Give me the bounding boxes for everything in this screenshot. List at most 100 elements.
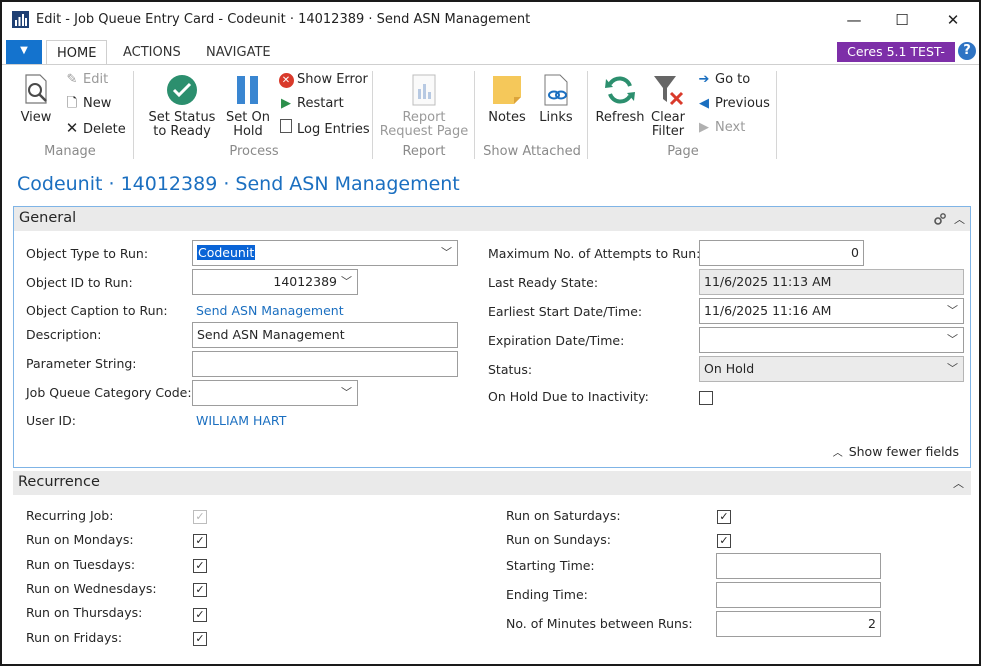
collapse-recurrence-icon[interactable]: ︿	[953, 475, 964, 491]
expiration-label: Expiration Date/Time:	[488, 333, 625, 348]
set-ready-icon	[167, 75, 197, 105]
set-ready-label: Set Status to Ready	[148, 110, 216, 139]
general-fasttab: General ︿ Object Type to Run: Codeunit ﹀…	[13, 206, 971, 468]
help-icon[interactable]: ?	[958, 42, 976, 60]
company-badge: Ceres 5.1 TEST-CU1	[837, 42, 955, 79]
restart-button[interactable]: ▶ Restart	[278, 95, 344, 113]
delete-x-icon: ✕	[65, 119, 79, 137]
log-icon	[278, 119, 294, 139]
maximize-button[interactable]: ☐	[882, 6, 922, 34]
clear-filter-label: Clear Filter	[651, 110, 685, 139]
parameter-string-field[interactable]	[192, 351, 458, 377]
tab-navigate[interactable]: NAVIGATE	[196, 40, 281, 65]
new-document-icon: 🗋	[66, 96, 78, 111]
general-title: General	[19, 210, 77, 226]
category-code-field[interactable]: ﹀	[192, 380, 358, 406]
earliest-start-field[interactable]: 11/6/2025 11:16 AM ﹀	[699, 298, 964, 324]
recurring-job-checkbox: ✓	[193, 510, 207, 524]
view-label: View	[20, 110, 52, 125]
recurrence-header[interactable]: Recurrence ︿	[13, 471, 971, 495]
show-fewer-fields-link[interactable]: ︿ Show fewer fields	[833, 444, 959, 459]
minimize-button[interactable]: —	[834, 6, 874, 34]
new-button[interactable]: 🗋 New	[64, 95, 112, 113]
refresh-icon	[605, 76, 635, 104]
general-header[interactable]: General ︿	[14, 207, 970, 231]
run-saturdays-checkbox[interactable]: ✓	[717, 510, 731, 524]
links-label: Links	[539, 110, 573, 125]
collapse-general-icon[interactable]: ︿	[954, 211, 965, 227]
previous-button[interactable]: ◀ Previous	[696, 95, 770, 113]
ending-time-field[interactable]	[716, 582, 881, 608]
app-logo-icon	[12, 11, 29, 28]
page-title: Codeunit · 14012389 · Send ASN Managemen…	[17, 173, 460, 195]
ribbon-separator	[133, 71, 134, 159]
minutes-between-runs-field[interactable]: 2	[716, 611, 881, 637]
run-wednesdays-label: Run on Wednesdays:	[26, 581, 157, 596]
run-fridays-checkbox[interactable]: ✓	[193, 632, 207, 646]
report-request-page-button[interactable]: Report Request Page	[378, 73, 470, 139]
edit-button[interactable]: ✎ Edit	[64, 71, 109, 89]
run-tuesdays-checkbox[interactable]: ✓	[193, 559, 207, 573]
run-sundays-label: Run on Sundays:	[506, 532, 611, 547]
description-field[interactable]: Send ASN Management	[192, 322, 458, 348]
go-to-button[interactable]: ➔ Go to	[696, 71, 751, 89]
user-id-link[interactable]: WILLIAM HART	[196, 413, 286, 428]
window-frame: Edit - Job Queue Entry Card - Codeunit ·…	[0, 0, 981, 666]
notes-button[interactable]: Notes	[484, 73, 530, 125]
refresh-button[interactable]: Refresh	[594, 73, 646, 125]
view-button[interactable]: View	[14, 73, 58, 125]
object-id-field[interactable]: 14012389 ﹀	[192, 269, 358, 295]
on-hold-inactivity-checkbox[interactable]	[699, 391, 713, 405]
chevron-up-icon: ︿	[832, 448, 843, 459]
object-caption-link[interactable]: Send ASN Management	[196, 303, 344, 318]
starting-time-label: Starting Time:	[506, 558, 595, 573]
starting-time-field[interactable]	[716, 553, 881, 579]
ribbon-separator	[587, 71, 588, 159]
tab-home[interactable]: HOME	[46, 40, 108, 65]
previous-icon: ◀	[699, 96, 709, 111]
object-type-select[interactable]: Codeunit ﹀	[192, 240, 458, 266]
run-thursdays-label: Run on Thursdays:	[26, 605, 143, 620]
window-title: Edit - Job Queue Entry Card - Codeunit ·…	[36, 12, 531, 27]
set-on-hold-button[interactable]: Set On Hold	[224, 73, 272, 139]
status-select[interactable]: On Hold ﹀	[699, 356, 964, 382]
delete-button[interactable]: ✕ Delete	[64, 119, 126, 137]
arrow-right-icon: ➔	[698, 72, 710, 87]
tab-actions[interactable]: ACTIONS	[113, 40, 191, 65]
ending-time-label: Ending Time:	[506, 587, 588, 602]
clear-filter-icon	[654, 76, 684, 106]
run-wednesdays-checkbox[interactable]: ✓	[193, 583, 207, 597]
title-bar: Edit - Job Queue Entry Card - Codeunit ·…	[2, 2, 979, 38]
notes-label: Notes	[488, 110, 526, 125]
next-icon: ▶	[699, 120, 709, 135]
run-fridays-label: Run on Fridays:	[26, 630, 123, 645]
chevron-down-icon: ﹀	[341, 275, 352, 288]
expiration-field[interactable]: ﹀	[699, 327, 964, 353]
max-attempts-field[interactable]: 0	[699, 240, 864, 266]
chevron-down-icon: ﹀	[341, 386, 352, 399]
earliest-start-label: Earliest Start Date/Time:	[488, 304, 643, 319]
recurring-job-label: Recurring Job:	[26, 508, 114, 523]
run-mondays-label: Run on Mondays:	[26, 532, 134, 547]
clear-filter-button[interactable]: Clear Filter	[646, 73, 690, 139]
show-error-button[interactable]: ✕ Show Error	[278, 71, 368, 89]
chevron-down-icon: ﹀	[441, 246, 452, 259]
notes-icon	[493, 76, 521, 104]
links-icon	[544, 74, 568, 106]
chevron-down-icon: ﹀	[947, 362, 958, 375]
links-button[interactable]: Links	[534, 73, 578, 125]
run-thursdays-checkbox[interactable]: ✓	[193, 608, 207, 622]
settings-gear-icon[interactable]	[933, 212, 947, 226]
chevron-down-icon: ﹀	[947, 304, 958, 317]
last-ready-state-label: Last Ready State:	[488, 275, 599, 290]
status-label: Status:	[488, 362, 533, 377]
report-icon	[412, 74, 436, 106]
max-attempts-label: Maximum No. of Attempts to Run:	[488, 246, 701, 261]
run-mondays-checkbox[interactable]: ✓	[193, 534, 207, 548]
set-status-to-ready-button[interactable]: Set Status to Ready	[142, 73, 222, 139]
next-button[interactable]: ▶ Next	[696, 119, 745, 137]
log-entries-button[interactable]: Log Entries	[278, 119, 370, 137]
app-menu-button[interactable]: ▼	[6, 40, 42, 64]
run-sundays-checkbox[interactable]: ✓	[717, 534, 731, 548]
close-button[interactable]: ✕	[933, 6, 973, 34]
